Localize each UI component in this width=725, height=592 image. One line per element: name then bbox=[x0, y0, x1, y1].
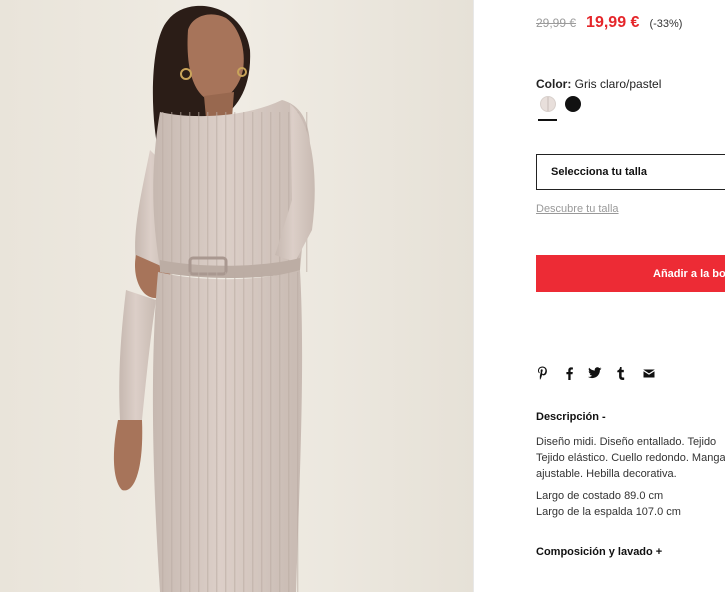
twitter-icon[interactable] bbox=[588, 365, 602, 381]
email-icon[interactable] bbox=[642, 365, 655, 381]
description-line: Tejido elástico. Cuello redondo. Mangas bbox=[536, 452, 725, 464]
facebook-icon[interactable] bbox=[564, 365, 574, 381]
price-row: 29,99 € 19,99 € (-33%) bbox=[536, 14, 682, 32]
product-info: 29,99 € 19,99 € (-33%) Color: Gris claro… bbox=[536, 0, 725, 592]
color-label-title: Color: bbox=[536, 77, 572, 91]
size-select[interactable]: Selecciona tu talla bbox=[536, 154, 725, 190]
product-page: 29,99 € 19,99 € (-33%) Color: Gris claro… bbox=[0, 0, 725, 592]
description-text: Diseño midi. Diseño entallado. Tejido Te… bbox=[536, 434, 725, 482]
measurement-line: Largo de la espalda 107.0 cm bbox=[536, 506, 681, 518]
color-selected-name: Gris claro/pastel bbox=[574, 77, 662, 91]
description-title[interactable]: Descripción - bbox=[536, 411, 606, 423]
composition-toggle[interactable]: Composición y lavado + bbox=[536, 546, 662, 558]
divider bbox=[473, 0, 474, 592]
measurement-line: Largo de costado 89.0 cm bbox=[536, 490, 664, 502]
product-photo[interactable] bbox=[0, 0, 473, 592]
selected-swatch-indicator bbox=[538, 119, 557, 121]
tumblr-icon[interactable] bbox=[616, 365, 626, 381]
color-label: Color: Gris claro/pastel bbox=[536, 77, 661, 91]
color-swatch-gris[interactable] bbox=[540, 96, 556, 112]
description-line: ajustable. Hebilla decorativa. bbox=[536, 468, 677, 480]
description-line: Diseño midi. Diseño entallado. Tejido bbox=[536, 436, 717, 448]
size-guide-link[interactable]: Descubre tu talla bbox=[536, 203, 619, 215]
share-icons bbox=[536, 365, 666, 381]
model-illustration bbox=[0, 0, 473, 592]
add-to-bag-button[interactable]: Añadir a la bolsa bbox=[536, 255, 725, 292]
discount-badge: (-33%) bbox=[649, 18, 683, 30]
old-price: 29,99 € bbox=[536, 16, 577, 30]
sale-price: 19,99 € bbox=[586, 14, 640, 31]
size-select-label: Selecciona tu talla bbox=[551, 166, 647, 178]
pinterest-icon[interactable] bbox=[536, 365, 548, 381]
color-swatch-negro[interactable] bbox=[565, 96, 581, 112]
measurements: Largo de costado 89.0 cm Largo de la esp… bbox=[536, 488, 681, 520]
